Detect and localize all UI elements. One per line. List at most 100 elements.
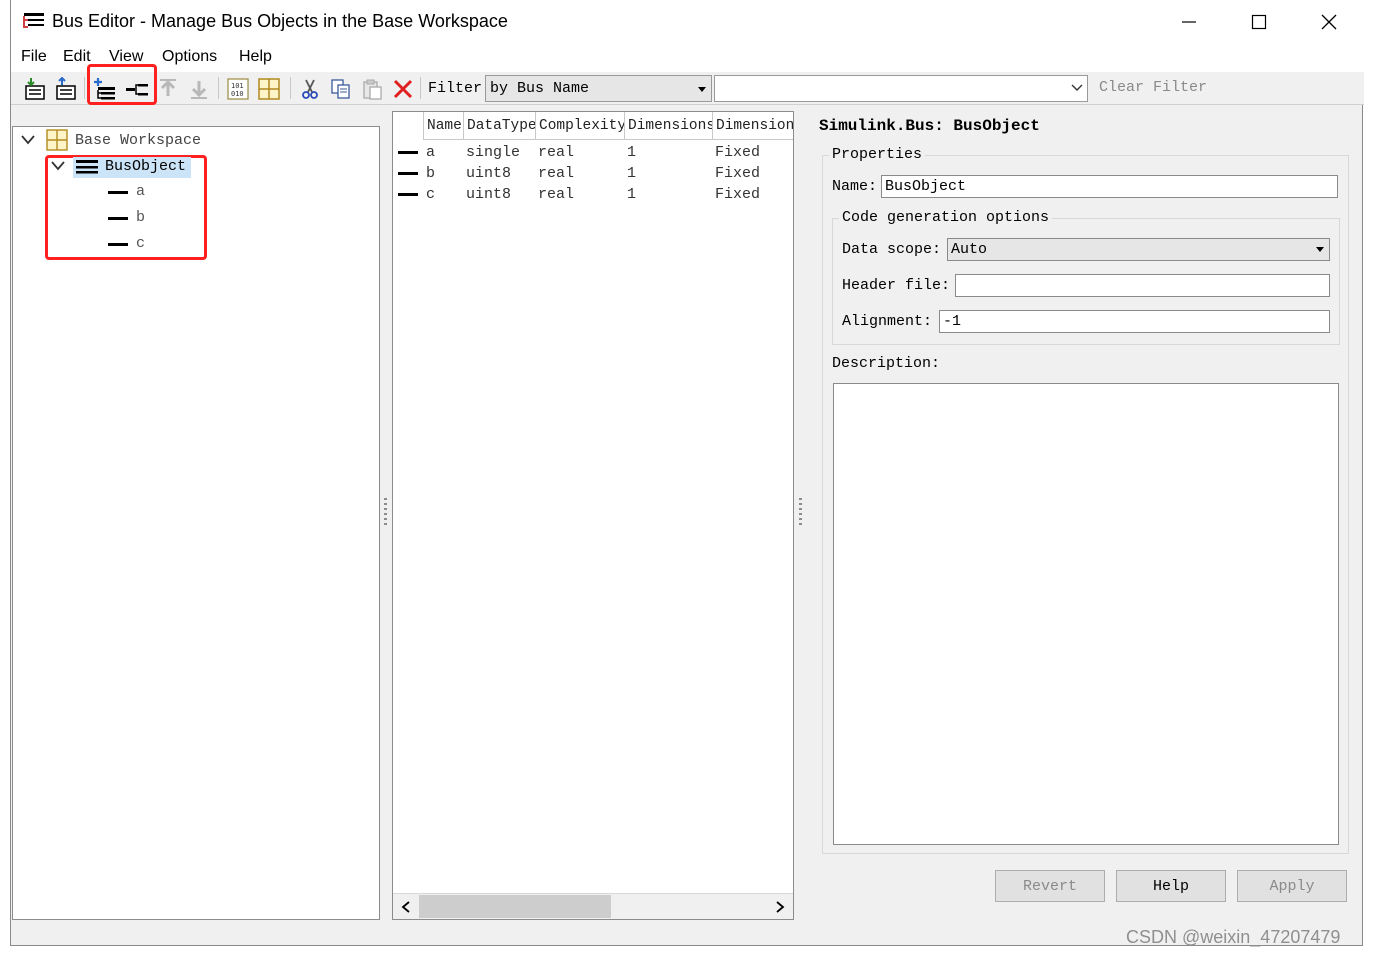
move-down-icon [190, 80, 207, 99]
cell-name: b [426, 165, 436, 182]
column-header-dimensions-mode[interactable]: Dimensions [712, 112, 793, 140]
bus-element-icon [398, 193, 418, 196]
code-generation-options-label: Code generation options [839, 209, 1053, 226]
delete-button[interactable] [389, 75, 416, 102]
cell-complexity: real [538, 165, 575, 182]
tree-element-a[interactable]: a [108, 183, 168, 203]
table-row[interactable]: a single real 1 Fixed [393, 142, 793, 163]
splitter-left[interactable] [384, 498, 387, 526]
cell-name: a [426, 144, 436, 161]
header-file-field[interactable] [955, 274, 1330, 297]
copy-icon [330, 78, 350, 99]
cell-dimensions-mode: Fixed [715, 165, 761, 182]
cell-dimensions: 1 [627, 144, 637, 161]
chevron-down-icon [1071, 84, 1083, 91]
column-header-dimensions[interactable]: Dimensions [624, 112, 712, 140]
apply-button[interactable]: Apply [1237, 870, 1347, 902]
name-label: Name: [832, 178, 878, 195]
cell-datatype: single [466, 144, 521, 161]
minimize-icon [1182, 21, 1196, 23]
bus-editor-app-icon [23, 13, 44, 28]
scroll-left-icon[interactable] [401, 901, 411, 913]
cell-datatype: uint8 [466, 165, 512, 182]
menu-options[interactable]: Options [162, 48, 217, 66]
filter-label: Filter: [428, 80, 492, 97]
menu-edit[interactable]: Edit [63, 48, 91, 66]
tree-base-workspace[interactable]: Base Workspace [75, 132, 201, 149]
header-file-label: Header file: [842, 277, 951, 294]
bus-editor-window: Bus Editor - Manage Bus Objects in the B… [10, 0, 1364, 946]
description-textarea[interactable] [833, 383, 1339, 845]
dropdown-arrow-icon [698, 87, 706, 92]
minimize-button[interactable] [1154, 0, 1224, 44]
chevron-down-icon[interactable] [51, 161, 65, 171]
close-button[interactable] [1294, 0, 1364, 44]
cell-complexity: real [538, 144, 575, 161]
scrollbar-thumb[interactable] [419, 895, 611, 918]
add-bus-element-button[interactable] [123, 75, 150, 102]
table-row[interactable]: b uint8 real 1 Fixed [393, 163, 793, 184]
properties-group: Properties Name: BusObject Code generati… [822, 146, 1349, 854]
tree-bus-object-label: BusObject [105, 158, 187, 175]
data-scope-select[interactable]: Auto [947, 238, 1330, 261]
revert-button[interactable]: Revert [995, 870, 1105, 902]
column-header-datatype[interactable]: DataType [463, 112, 535, 140]
description-label: Description: [832, 355, 941, 372]
cut-icon [301, 79, 318, 99]
bus-object-icon [76, 160, 98, 174]
move-up-icon [159, 78, 176, 96]
table-row[interactable]: c uint8 real 1 Fixed [393, 184, 793, 205]
filter-by-select[interactable]: by Bus Name [485, 75, 712, 102]
filter-text-combobox[interactable] [714, 75, 1088, 102]
help-button[interactable]: Help [1116, 870, 1226, 902]
watermark-text: CSDN @weixin_47207479 [1126, 927, 1341, 947]
cut-button[interactable] [296, 75, 323, 102]
cell-dimensions: 1 [627, 165, 637, 182]
import-button[interactable] [21, 75, 48, 102]
move-down-button[interactable] [185, 75, 212, 102]
cell-dimensions-mode: Fixed [715, 144, 761, 161]
tree-element-label: c [136, 235, 146, 252]
splitter-right[interactable] [799, 498, 802, 526]
workspace-button[interactable] [255, 75, 282, 102]
maximize-button[interactable] [1224, 0, 1294, 44]
chevron-down-icon[interactable] [21, 135, 35, 145]
paste-button[interactable] [358, 75, 385, 102]
title-bar: Bus Editor - Manage Bus Objects in the B… [11, 0, 1364, 44]
cell-dimensions: 1 [627, 186, 637, 203]
bus-tree-panel: Base Workspace BusObject a b c [12, 126, 380, 920]
alignment-label: Alignment: [842, 313, 933, 330]
tree-element-c[interactable]: c [108, 235, 168, 255]
data-scope-label: Data scope: [842, 241, 942, 258]
cell-complexity: real [538, 186, 575, 203]
properties-group-label: Properties [829, 146, 926, 163]
scroll-right-icon[interactable] [775, 901, 785, 913]
horizontal-scrollbar[interactable] [393, 893, 793, 919]
bus-array-button[interactable]: 101 010 [224, 75, 251, 102]
clear-filter-button[interactable]: Clear Filter [1099, 79, 1207, 96]
alignment-field[interactable]: -1 [939, 310, 1330, 333]
column-header-complexity[interactable]: Complexity [535, 112, 624, 140]
bus-element-icon [108, 217, 128, 220]
maximize-icon [1251, 14, 1267, 30]
menu-help[interactable]: Help [239, 48, 272, 66]
column-header-name[interactable]: Name [423, 112, 463, 140]
paste-icon [362, 79, 382, 100]
menu-file[interactable]: File [21, 48, 47, 66]
delete-icon [393, 79, 412, 98]
window-title: Bus Editor - Manage Bus Objects in the B… [52, 11, 508, 31]
add-bus-button[interactable] [91, 75, 118, 102]
bus-element-icon [398, 172, 418, 175]
copy-button[interactable] [327, 75, 354, 102]
tree-bus-object[interactable]: BusObject [73, 157, 191, 178]
move-up-button[interactable] [154, 75, 181, 102]
name-field[interactable]: BusObject [881, 175, 1338, 198]
tree-element-label: b [136, 209, 146, 226]
export-button[interactable] [52, 75, 79, 102]
add-bus-element-icon [125, 83, 148, 95]
code-generation-options-group: Code generation options Data scope: Auto… [832, 209, 1340, 345]
menu-bar: File Edit View Options Help [11, 44, 1364, 72]
bus-elements-grid: Name DataType Complexity Dimensions Dime… [392, 111, 794, 920]
tree-element-b[interactable]: b [108, 209, 168, 229]
add-bus-icon [93, 77, 115, 99]
